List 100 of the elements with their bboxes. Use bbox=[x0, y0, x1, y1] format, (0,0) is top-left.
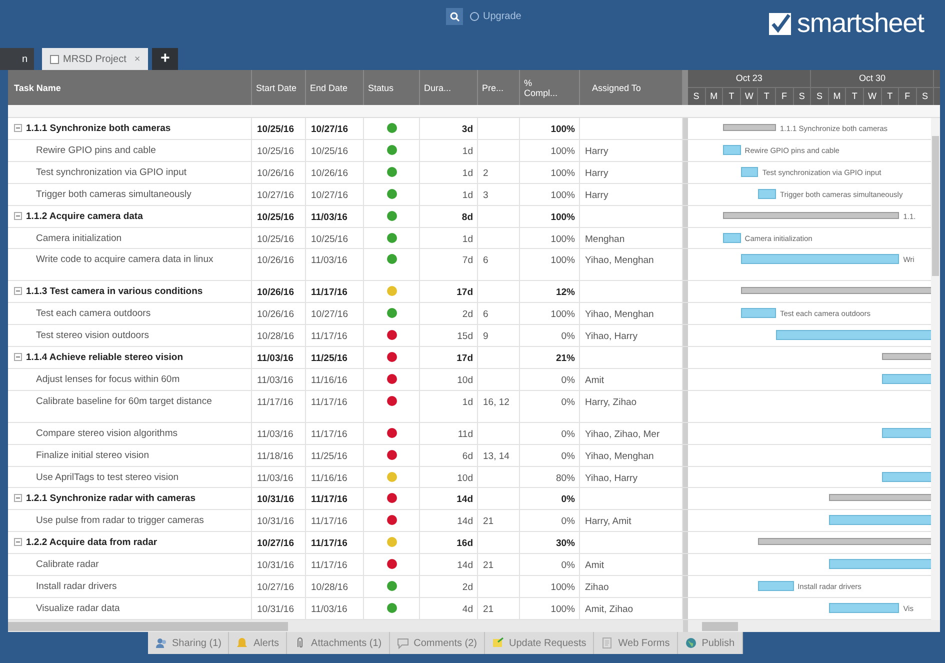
pane-splitter[interactable] bbox=[683, 325, 688, 346]
collapse-icon[interactable] bbox=[14, 124, 22, 132]
percent-complete: 100% bbox=[550, 581, 575, 596]
assignee: Menghan bbox=[585, 232, 625, 247]
pane-splitter[interactable] bbox=[683, 184, 688, 205]
percent-complete: 100% bbox=[550, 602, 575, 617]
duration: 2d bbox=[462, 308, 473, 322]
pane-splitter[interactable] bbox=[683, 466, 688, 488]
collapse-icon[interactable] bbox=[14, 538, 22, 546]
task-bar bbox=[740, 166, 758, 177]
footer-tab[interactable]: Publish bbox=[678, 632, 743, 654]
task-bar bbox=[723, 232, 741, 243]
pane-splitter[interactable] bbox=[683, 510, 688, 532]
upgrade-link[interactable]: Upgrade bbox=[470, 9, 522, 24]
percent-complete: 100% bbox=[550, 166, 575, 181]
footer-tab[interactable]: Attachments (1) bbox=[287, 632, 390, 654]
task-name: Finalize initial stereo vision bbox=[36, 450, 150, 461]
task-name: Calibrate baseline for 60m target distance bbox=[36, 396, 213, 407]
pane-splitter[interactable] bbox=[683, 118, 688, 139]
end-date: 11/16/16 bbox=[311, 472, 348, 486]
sheet-tab[interactable]: n bbox=[0, 48, 34, 70]
end-date: 10/27/16 bbox=[311, 123, 348, 137]
search-button[interactable] bbox=[446, 8, 463, 25]
predecessors: 21 bbox=[483, 515, 494, 530]
assignee: Zihao bbox=[585, 581, 609, 596]
pane-splitter[interactable] bbox=[683, 347, 688, 368]
assignee: Amit bbox=[585, 559, 604, 574]
pane-splitter[interactable] bbox=[683, 162, 688, 183]
pane-splitter[interactable] bbox=[683, 228, 688, 248]
pane-splitter[interactable] bbox=[683, 444, 688, 466]
pane-splitter[interactable] bbox=[683, 598, 688, 619]
percent-complete: 0% bbox=[561, 374, 575, 388]
pane-splitter[interactable] bbox=[683, 140, 688, 161]
start-date: 10/31/16 bbox=[257, 515, 294, 530]
duration: 10d bbox=[457, 472, 473, 486]
task-name: Write code to acquire camera data in linux bbox=[36, 254, 214, 266]
end-date: 10/28/16 bbox=[311, 581, 348, 596]
start-date: 10/26/16 bbox=[257, 254, 294, 268]
duration: 3d bbox=[462, 123, 473, 137]
pane-splitter[interactable] bbox=[683, 488, 688, 510]
bell-icon bbox=[236, 637, 248, 649]
week-label: Oct 23 bbox=[688, 70, 812, 87]
assignee: Yihao, Harry bbox=[585, 330, 638, 344]
collapse-icon[interactable] bbox=[14, 287, 22, 296]
task-bar bbox=[828, 602, 900, 613]
add-tab-button[interactable]: + bbox=[152, 48, 178, 70]
start-date: 10/31/16 bbox=[257, 602, 294, 617]
scrollbar[interactable] bbox=[688, 620, 940, 632]
logo-icon bbox=[768, 12, 792, 36]
pane-splitter[interactable] bbox=[683, 576, 688, 597]
comment-icon bbox=[396, 637, 409, 649]
predecessors: 13, 14 bbox=[483, 450, 510, 464]
task-bar bbox=[758, 581, 794, 592]
footer-tab[interactable]: Sharing (1) bbox=[148, 632, 230, 654]
footer-tab[interactable]: Update Requests bbox=[484, 632, 594, 654]
duration: 16d bbox=[456, 537, 473, 552]
start-date: 10/27/16 bbox=[257, 537, 294, 552]
collapse-icon[interactable] bbox=[14, 353, 22, 362]
assignee: Yihao, Menghan bbox=[585, 308, 654, 322]
footer-tab[interactable]: Comments (2) bbox=[390, 632, 485, 654]
assignee: Yihao, Menghan bbox=[585, 450, 654, 464]
globe-icon bbox=[684, 637, 697, 649]
predecessors: 3 bbox=[483, 188, 488, 203]
pane-splitter[interactable] bbox=[683, 70, 688, 105]
footer-tab[interactable]: Alerts bbox=[229, 632, 288, 654]
end-date: 10/26/16 bbox=[311, 166, 348, 181]
pane-splitter[interactable] bbox=[683, 281, 688, 302]
percent-complete: 100% bbox=[550, 144, 575, 159]
pane-splitter[interactable] bbox=[683, 390, 688, 422]
week-label: Oct 30 bbox=[811, 70, 934, 87]
duration: 15d bbox=[457, 330, 473, 344]
task-name: Use AprilTags to test stereo vision bbox=[36, 472, 180, 483]
start-date: 10/26/16 bbox=[257, 166, 294, 181]
pane-splitter[interactable] bbox=[683, 532, 688, 554]
task-name: Use pulse from radar to trigger cameras bbox=[36, 515, 205, 526]
close-icon[interactable]: × bbox=[134, 52, 140, 66]
duration: 14d bbox=[456, 493, 473, 508]
pane-splitter[interactable] bbox=[683, 554, 688, 576]
footer-tab[interactable]: Web Forms bbox=[594, 632, 678, 654]
task-name: 1.2.2 Acquire data from radar bbox=[26, 537, 158, 548]
pane-splitter[interactable] bbox=[683, 368, 688, 390]
end-date: 11/17/16 bbox=[311, 515, 348, 530]
percent-complete: 0% bbox=[561, 493, 575, 508]
collapse-icon[interactable] bbox=[14, 212, 22, 220]
pane-splitter[interactable] bbox=[683, 620, 688, 632]
percent-complete: 0% bbox=[561, 450, 575, 464]
people-icon bbox=[155, 637, 167, 649]
collapse-icon[interactable] bbox=[14, 494, 22, 502]
predecessors: 6 bbox=[483, 254, 488, 268]
percent-complete: 100% bbox=[550, 308, 575, 322]
pane-splitter[interactable] bbox=[683, 422, 688, 444]
sheet-icon bbox=[50, 54, 59, 64]
pane-splitter[interactable] bbox=[683, 249, 688, 280]
scrollbar[interactable] bbox=[931, 118, 940, 620]
end-date: 11/17/16 bbox=[311, 396, 348, 410]
pane-splitter[interactable] bbox=[683, 303, 688, 324]
start-date: 11/03/16 bbox=[257, 428, 294, 442]
sheet-tab[interactable]: MRSD Project × bbox=[42, 48, 148, 70]
percent-complete: 100% bbox=[550, 123, 575, 137]
pane-splitter[interactable] bbox=[683, 206, 688, 227]
